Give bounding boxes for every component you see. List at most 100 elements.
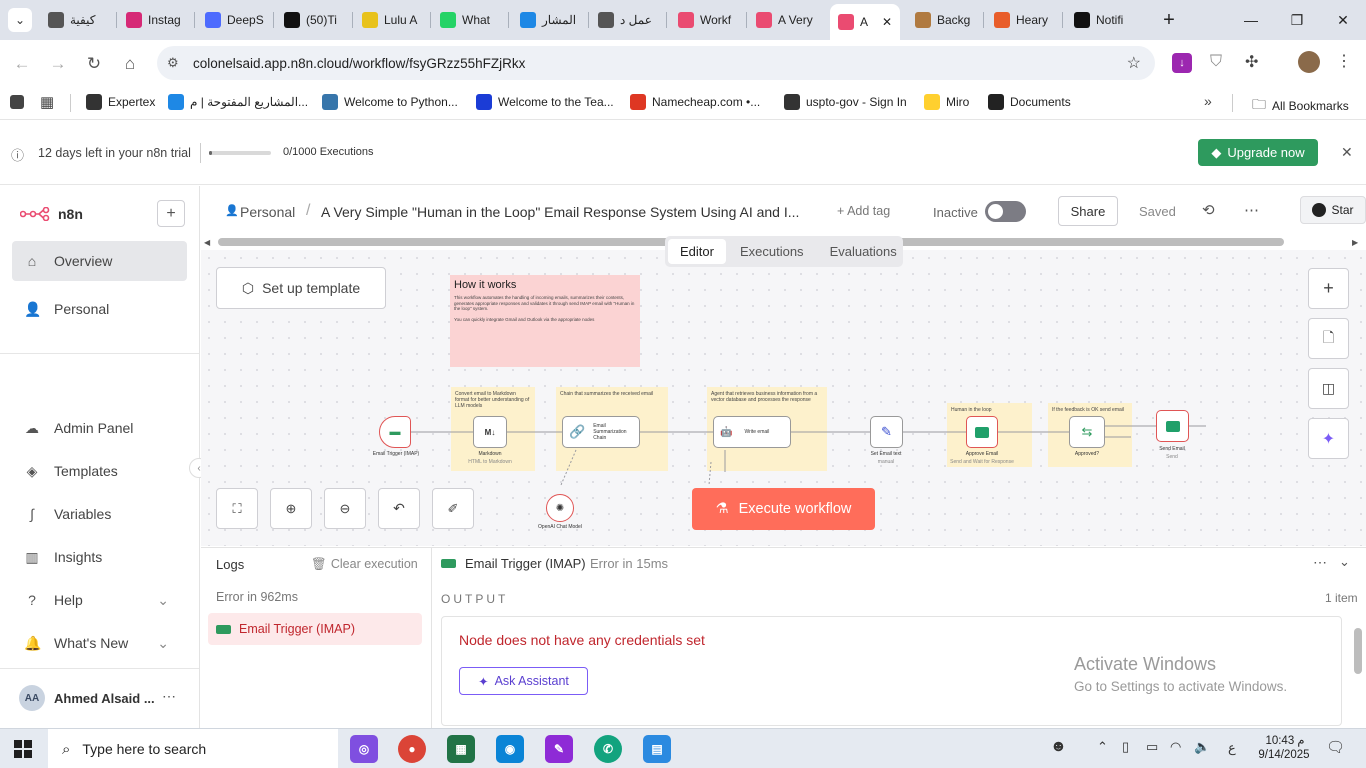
upgrade-button[interactable]: ◆ Upgrade now (1198, 139, 1318, 166)
browser-tab[interactable]: Backg (907, 6, 977, 34)
set-email-text-node[interactable]: ✎ (870, 416, 903, 448)
maximize-icon[interactable]: ❐ (1274, 0, 1320, 40)
all-bookmarks[interactable]: 🗀 All Bookmarks (1252, 94, 1349, 118)
close-window-icon[interactable]: ✕ (1320, 0, 1366, 40)
zoom-out-icon[interactable]: ⊖ (324, 488, 366, 529)
add-node-button[interactable]: + (1308, 268, 1349, 309)
wifi-icon[interactable]: ◠ (1170, 739, 1181, 755)
ask-assistant-button[interactable]: ✦ Ask Assistant (459, 667, 588, 695)
people-icon[interactable]: ☻ (1050, 738, 1067, 756)
approve-email-node[interactable] (966, 416, 998, 448)
browser-tab[interactable]: A ✕ (830, 4, 900, 40)
browser-tab[interactable]: Workf (670, 6, 740, 34)
sticky-note-button[interactable]: 🗋 (1308, 318, 1349, 359)
taskbar-date[interactable]: 9/14/2025 (1252, 749, 1316, 761)
apps-icon[interactable] (10, 95, 24, 109)
user-avatar[interactable]: AA (19, 685, 45, 711)
close-tab-icon[interactable]: ✕ (882, 15, 892, 29)
notifications-icon[interactable]: 🗨 (1326, 738, 1345, 756)
new-tab-button[interactable]: + (1146, 0, 1192, 40)
bookmark-item[interactable]: المشاريع المفتوحة | م... (168, 94, 308, 110)
run-item[interactable]: Email Trigger (IMAP) (208, 613, 422, 645)
bookmark-item[interactable]: Documents (988, 94, 1071, 110)
url-input[interactable]: ⚙ colonelsaid.app.n8n.cloud/workflow/fsy… (157, 46, 1155, 80)
forward-icon[interactable]: → (44, 50, 72, 78)
breadcrumb-project[interactable]: Personal (240, 204, 295, 220)
bookmark-star-icon[interactable]: ☆ (1127, 53, 1141, 73)
scroll-left-icon[interactable]: ◀ (204, 238, 212, 247)
tab-search-icon[interactable]: ⌄ (8, 8, 32, 32)
minimize-icon[interactable]: — (1228, 0, 1274, 40)
execute-workflow-button[interactable]: ⚗ Execute workflow (692, 488, 875, 530)
browser-tab[interactable]: Instag (118, 6, 188, 34)
bookmark-item[interactable]: Welcome to Python... (322, 94, 458, 110)
send-email-node[interactable] (1156, 410, 1189, 442)
browser-tab[interactable]: المشار (512, 6, 582, 34)
taskbar-search[interactable]: ⌕ Type here to search (48, 729, 338, 768)
tab-editor[interactable]: Editor (668, 239, 726, 264)
home-icon[interactable]: ⌂ (116, 50, 144, 78)
browser-tab[interactable]: Notifi (1066, 6, 1136, 34)
user-menu-icon[interactable]: ⋯ (162, 688, 176, 705)
openai-chat-model-node[interactable]: ✺ (546, 494, 574, 522)
tidy-up-icon[interactable]: ✐ (432, 488, 474, 529)
browser-tab[interactable]: Heary (986, 6, 1056, 34)
zoom-in-icon[interactable]: ⊕ (270, 488, 312, 529)
browser-tab[interactable]: DeepS (197, 6, 267, 34)
summarization-chain-node[interactable]: 🔗 Email Summarization Chain (562, 416, 640, 448)
logs-scrollbar[interactable] (1354, 628, 1362, 674)
browser-tab[interactable]: (50)Ti (276, 6, 346, 34)
shield-extension-icon[interactable]: ⛉ (1210, 53, 1222, 71)
user-name[interactable]: Ahmed Alsaid ... (54, 691, 155, 706)
photos-app-icon[interactable]: ▤ (643, 735, 671, 763)
copilot-app-icon[interactable]: ◎ (350, 735, 378, 763)
sidebar-item-overview[interactable]: ⌂ Overview (12, 241, 187, 281)
tray-chevron-icon[interactable]: ⌃ (1097, 739, 1108, 755)
email-trigger-node[interactable]: ▬ (379, 416, 411, 448)
browser-tab[interactable]: What (432, 6, 502, 34)
add-tag-link[interactable]: + Add tag (837, 204, 890, 218)
github-star-button[interactable]: Star (1300, 196, 1366, 224)
sidebar-item-personal[interactable]: 👤 Personal (12, 289, 187, 329)
sidebar-item-help[interactable]: ? Help ⌄ (12, 580, 187, 620)
volume-icon[interactable]: 🔈 (1194, 739, 1210, 755)
approved-if-node[interactable]: ⇆ (1069, 416, 1105, 448)
workflow-title[interactable]: A Very Simple "Human in the Loop" Email … (321, 204, 823, 220)
scroll-right-icon[interactable]: ▶ (1352, 238, 1360, 247)
sidebar-item-templates[interactable]: ◈ Templates (12, 451, 187, 491)
close-banner-icon[interactable]: ✕ (1341, 144, 1353, 161)
language-indicator[interactable]: ع (1228, 740, 1236, 756)
undo-icon[interactable]: ↶ (378, 488, 420, 529)
markdown-node[interactable]: M↓ (473, 416, 507, 448)
workflow-menu-icon[interactable]: ⋯ (1244, 201, 1259, 219)
history-icon[interactable]: ⟲ (1202, 201, 1215, 219)
n8n-logo[interactable]: n8n (20, 206, 83, 222)
whatsapp-app-icon[interactable]: ✆ (594, 735, 622, 763)
browser-tab[interactable]: Lulu A (354, 6, 424, 34)
bookmark-item[interactable]: Miro (924, 94, 969, 110)
browser-tab[interactable]: A Very (748, 6, 818, 34)
ai-assistant-button[interactable]: ✦ (1308, 418, 1349, 459)
create-button[interactable]: + (157, 200, 185, 227)
browser-tab[interactable]: عمل د (590, 6, 660, 34)
back-icon[interactable]: ← (8, 50, 36, 78)
bookmark-item[interactable]: Welcome to the Tea... (476, 94, 614, 110)
bookmark-item[interactable]: Expertex (86, 94, 155, 110)
share-button[interactable]: Share (1058, 196, 1118, 226)
grid-icon[interactable]: ▦ (40, 93, 54, 111)
profile-avatar[interactable] (1298, 51, 1320, 73)
write-email-agent-node[interactable]: 🤖 Write email (713, 416, 791, 448)
logs-menu-icon[interactable]: ⋯ (1313, 554, 1327, 571)
fit-view-icon[interactable]: ⛶ (216, 488, 258, 529)
chrome-app-icon[interactable]: ● (398, 735, 426, 763)
taskbar-time[interactable]: 10:43 م (1258, 733, 1312, 747)
tab-executions[interactable]: Executions (728, 239, 816, 264)
app-icon[interactable]: ◉ (496, 735, 524, 763)
sidebar-item-insights[interactable]: ▥ Insights (12, 537, 187, 577)
sidebar-item-what-s-new[interactable]: 🔔 What's New ⌄ (12, 623, 187, 663)
battery-icon[interactable]: ▭ (1146, 739, 1158, 755)
more-bookmarks-icon[interactable]: » (1204, 93, 1212, 109)
windows-start-icon[interactable] (14, 740, 32, 758)
clear-execution-button[interactable]: 🗑 Clear execution (311, 557, 418, 572)
calculator-app-icon[interactable]: ▦ (447, 735, 475, 763)
